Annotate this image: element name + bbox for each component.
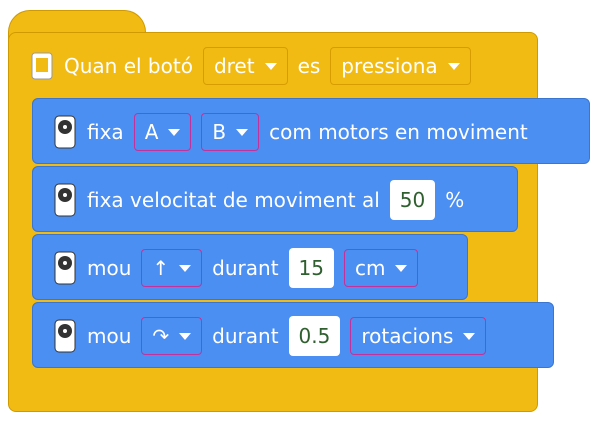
chevron-down-icon <box>179 264 192 272</box>
direction-value: ↷ <box>152 324 170 348</box>
device-icon <box>30 51 54 81</box>
state-dropdown[interactable]: pressiona <box>330 47 471 85</box>
chevron-down-icon <box>395 264 408 272</box>
block-label: fixa velocitat de moviment al <box>87 188 380 212</box>
chevron-down-icon <box>264 62 277 70</box>
direction-dropdown[interactable]: ↷ <box>141 317 203 355</box>
move-distance-block[interactable]: mou ↑ durant 15 cm <box>32 234 468 300</box>
distance-input[interactable]: 15 <box>288 248 334 288</box>
chevron-down-icon <box>447 62 460 70</box>
event-header: Quan el botó dret es pressiona <box>30 44 471 88</box>
chevron-down-icon <box>168 128 181 136</box>
chevron-down-icon <box>463 332 476 340</box>
direction-dropdown[interactable]: ↑ <box>141 249 203 287</box>
header-middle: es <box>297 54 321 78</box>
block-suffix: % <box>445 188 465 212</box>
unit-dropdown[interactable]: rotacions <box>350 317 487 355</box>
motor-icon <box>53 251 77 285</box>
unit-dropdown[interactable]: cm <box>344 249 419 287</box>
motor-icon <box>53 115 77 149</box>
block-mid: durant <box>212 256 279 280</box>
chevron-down-icon <box>179 332 192 340</box>
chevron-down-icon <box>236 128 249 136</box>
block-mid: durant <box>212 324 279 348</box>
rotation-input[interactable]: 0.5 <box>288 316 341 356</box>
motor-icon <box>53 183 77 217</box>
speed-block[interactable]: fixa velocitat de moviment al 50 % <box>32 166 518 232</box>
block-label: fixa <box>87 120 124 144</box>
block-label: mou <box>87 324 132 348</box>
motor-a-value: A <box>144 120 159 144</box>
state-dropdown-value: pressiona <box>341 54 438 78</box>
motor-pair-block[interactable]: fixa A B com motors en moviment <box>32 98 590 164</box>
motor-a-dropdown[interactable]: A <box>133 113 192 151</box>
button-dropdown-value: dret <box>213 54 255 78</box>
motor-b-value: B <box>212 120 227 144</box>
block-suffix: com motors en moviment <box>269 120 528 144</box>
move-rotation-block[interactable]: mou ↷ durant 0.5 rotacions <box>32 302 554 368</box>
header-prefix: Quan el botó <box>64 54 193 78</box>
unit-value: cm <box>355 256 386 280</box>
block-label: mou <box>87 256 132 280</box>
speed-input[interactable]: 50 <box>389 180 436 220</box>
button-dropdown[interactable]: dret <box>202 47 288 85</box>
unit-value: rotacions <box>361 324 454 348</box>
motor-b-dropdown[interactable]: B <box>201 113 260 151</box>
motor-icon <box>53 319 77 353</box>
direction-value: ↑ <box>152 256 170 280</box>
